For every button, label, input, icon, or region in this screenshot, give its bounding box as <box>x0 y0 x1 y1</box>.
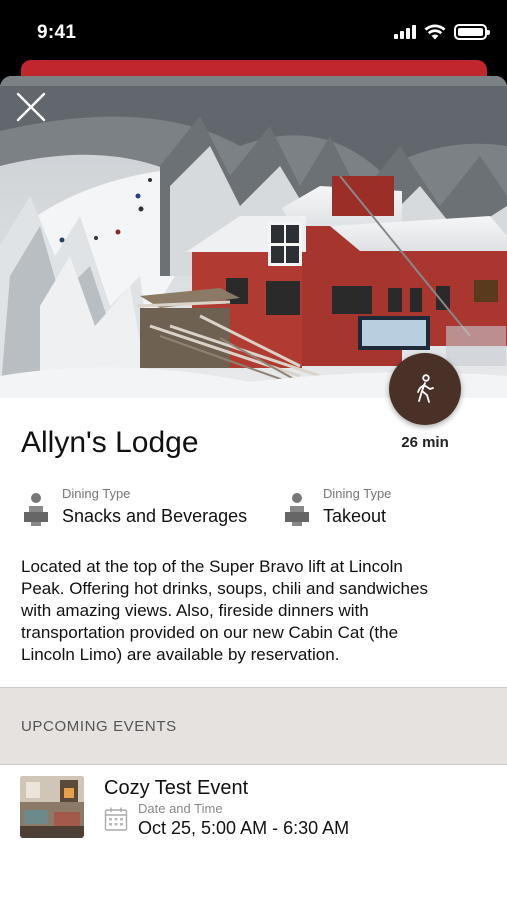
walking-person-icon <box>417 374 434 403</box>
venue-description: Located at the top of the Super Bravo li… <box>21 556 491 666</box>
dining-type-1: Dining Type Snacks and Beverages <box>21 484 247 532</box>
description-line: with amazing views. Also, fireside dinne… <box>21 601 369 620</box>
status-icons <box>394 24 490 40</box>
walking-directions-button[interactable] <box>389 353 461 425</box>
close-button[interactable] <box>14 90 48 124</box>
description-line: Peak. Offering hot drinks, soups, chili … <box>21 579 428 598</box>
dining-type-label: Dining Type <box>323 486 392 501</box>
close-icon <box>16 92 46 122</box>
status-time: 9:41 <box>37 22 77 43</box>
battery-icon <box>454 24 490 40</box>
event-list-item[interactable]: Cozy Test Event Date and Time Oct 25, 5:… <box>0 766 507 846</box>
cellular-signal-icon <box>394 25 416 39</box>
lodge-detail-sheet: 26 min Allyn's Lodge Dining Type Snacks … <box>0 76 507 900</box>
dining-type-value: Snacks and Beverages <box>62 506 248 526</box>
description-line: Lincoln Limo) are available by reservati… <box>21 645 340 664</box>
dining-type-value: Takeout <box>323 506 387 526</box>
upcoming-events-label: UPCOMING EVENTS <box>21 718 177 735</box>
hero-photo <box>0 76 507 398</box>
wifi-icon <box>424 24 446 40</box>
event-date-value: Oct 25, 5:00 AM - 6:30 AM <box>138 818 350 838</box>
dining-person-icon <box>285 493 309 526</box>
event-thumbnail <box>20 776 84 838</box>
walking-time: 26 min <box>401 434 449 451</box>
dining-person-icon <box>24 493 48 526</box>
description-line: Located at the top of the Super Bravo li… <box>21 557 403 576</box>
upcoming-events-header: UPCOMING EVENTS <box>0 687 507 765</box>
venue-title: Allyn's Lodge <box>21 426 199 459</box>
description-line: transportation provided on our new Cabin… <box>21 623 399 642</box>
event-date-label: Date and Time <box>138 801 223 816</box>
calendar-icon <box>104 807 128 831</box>
event-title: Cozy Test Event <box>104 777 249 799</box>
dining-type-label: Dining Type <box>62 486 131 501</box>
dining-type-2: Dining Type Takeout <box>282 484 391 532</box>
status-bar: 9:41 <box>0 0 507 62</box>
